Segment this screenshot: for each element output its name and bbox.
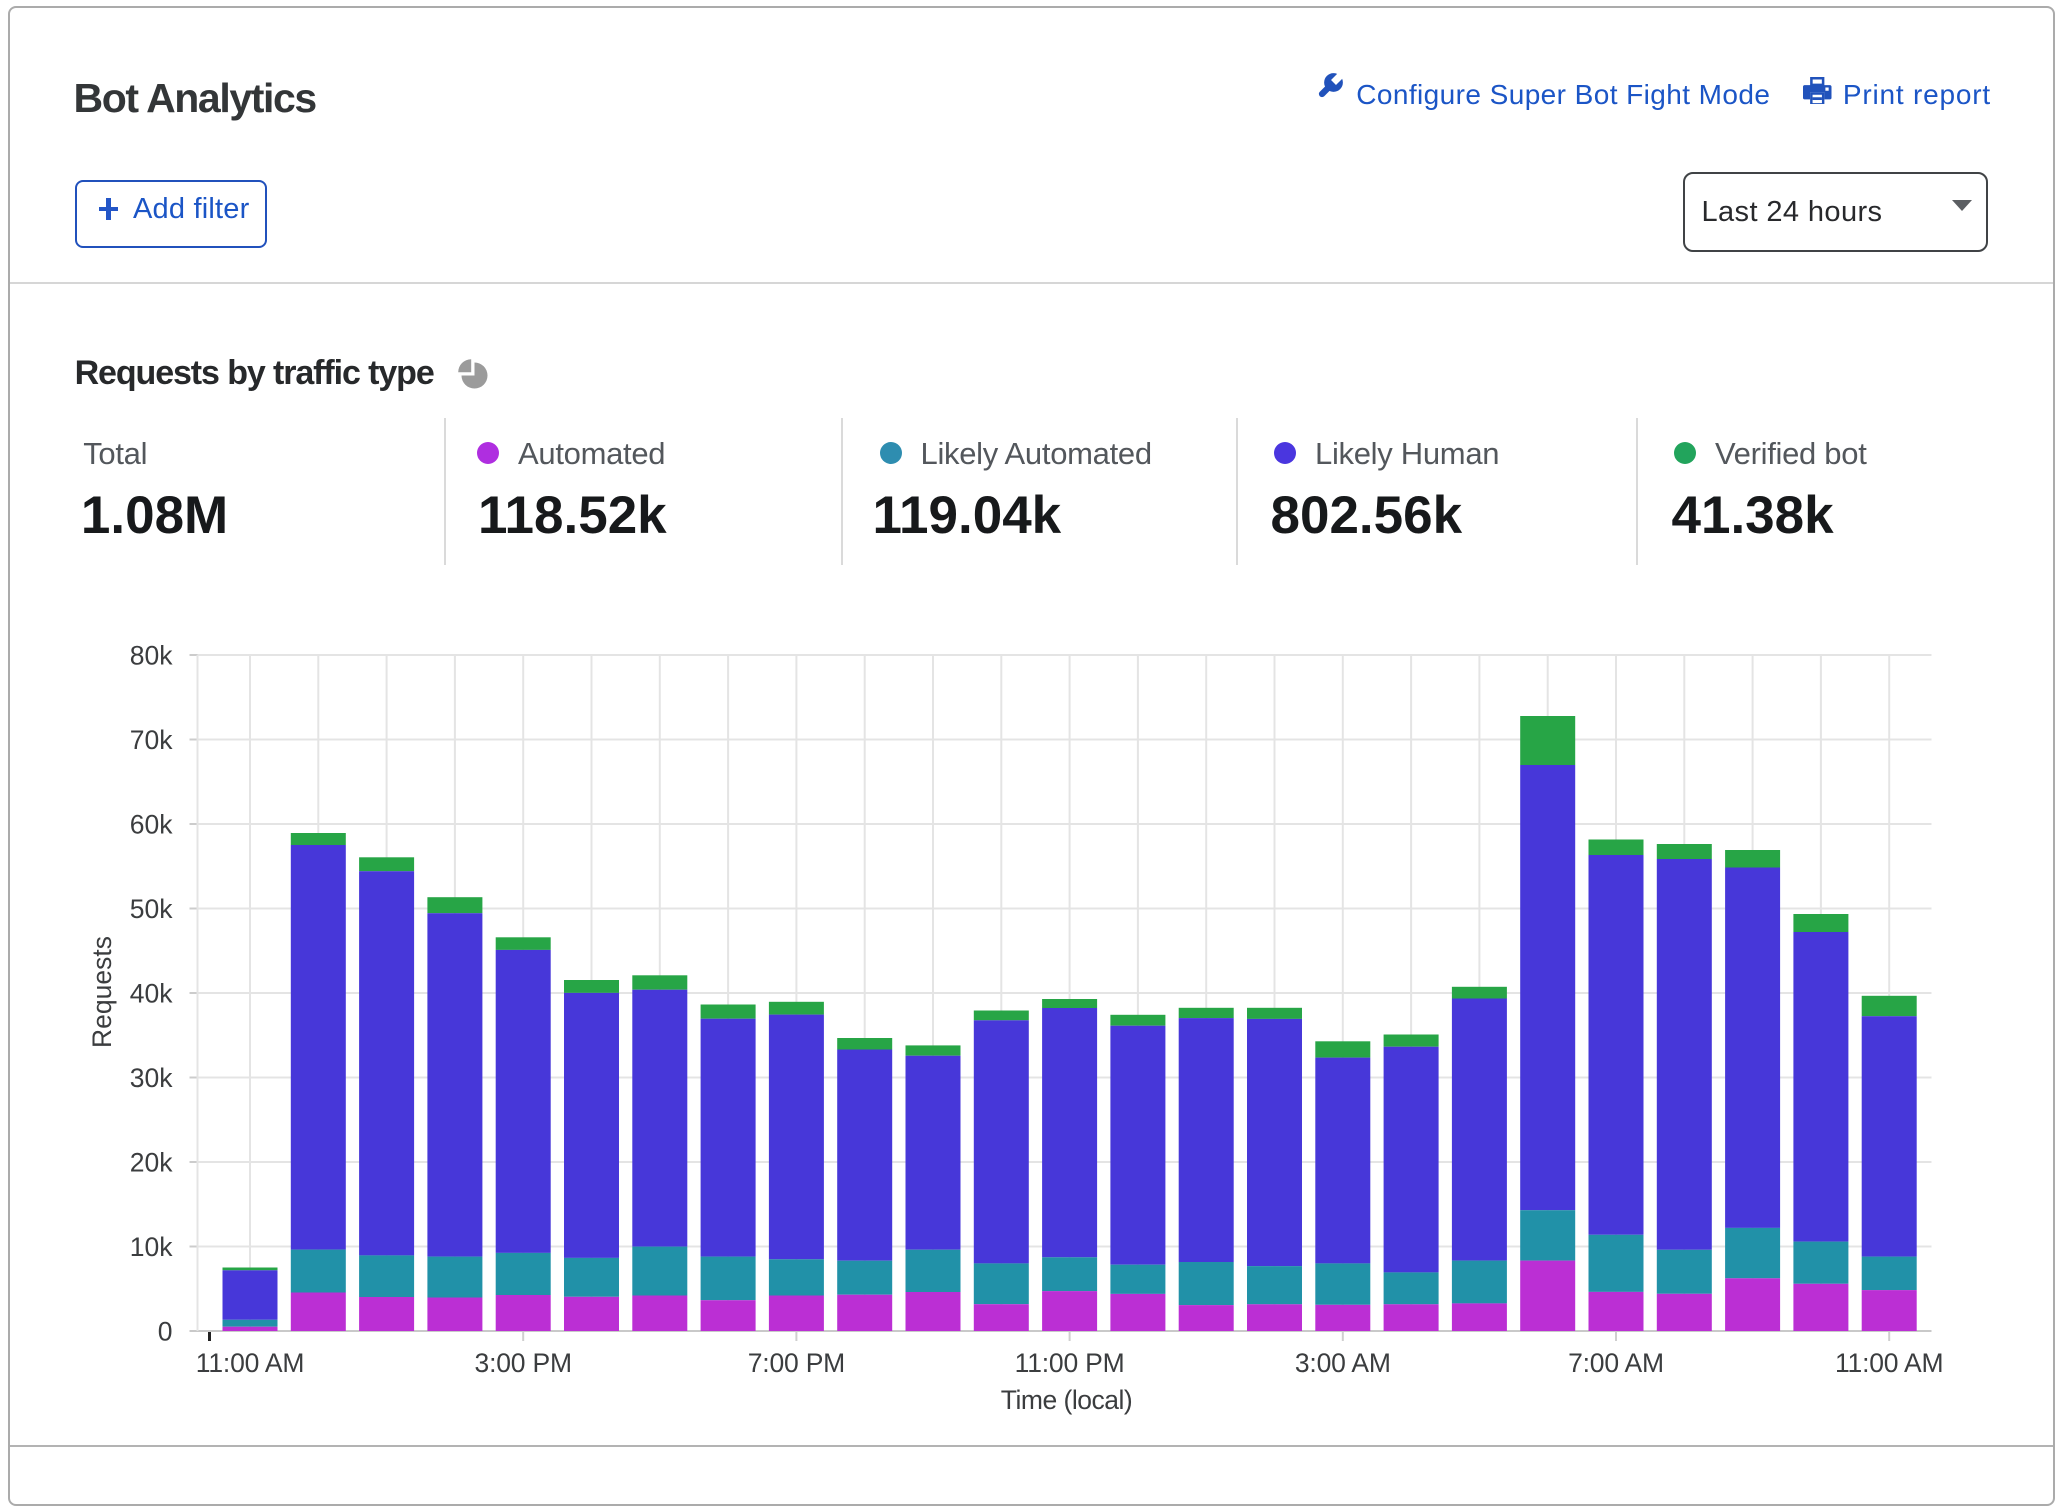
svg-text:11:00 AM: 11:00 AM	[1835, 1348, 1943, 1378]
svg-text:20k: 20k	[130, 1147, 173, 1177]
svg-text:3:00 PM: 3:00 PM	[475, 1348, 572, 1378]
svg-text:Time (local): Time (local)	[1001, 1385, 1132, 1415]
svg-text:11:00 PM: 11:00 PM	[1015, 1348, 1125, 1378]
svg-text:11:00 AM: 11:00 AM	[196, 1348, 304, 1378]
svg-text:10k: 10k	[130, 1232, 173, 1262]
svg-text:7:00 AM: 7:00 AM	[1568, 1348, 1664, 1378]
svg-text:80k: 80k	[130, 640, 173, 670]
svg-text:30k: 30k	[130, 1063, 173, 1093]
svg-text:50k: 50k	[130, 894, 173, 924]
svg-text:Requests: Requests	[87, 936, 117, 1048]
svg-text:60k: 60k	[130, 809, 173, 839]
svg-text:7:00 PM: 7:00 PM	[748, 1348, 845, 1378]
svg-text:3:00 AM: 3:00 AM	[1295, 1348, 1391, 1378]
svg-text:40k: 40k	[130, 978, 173, 1008]
svg-text:70k: 70k	[130, 725, 173, 755]
svg-text:0: 0	[158, 1316, 173, 1346]
